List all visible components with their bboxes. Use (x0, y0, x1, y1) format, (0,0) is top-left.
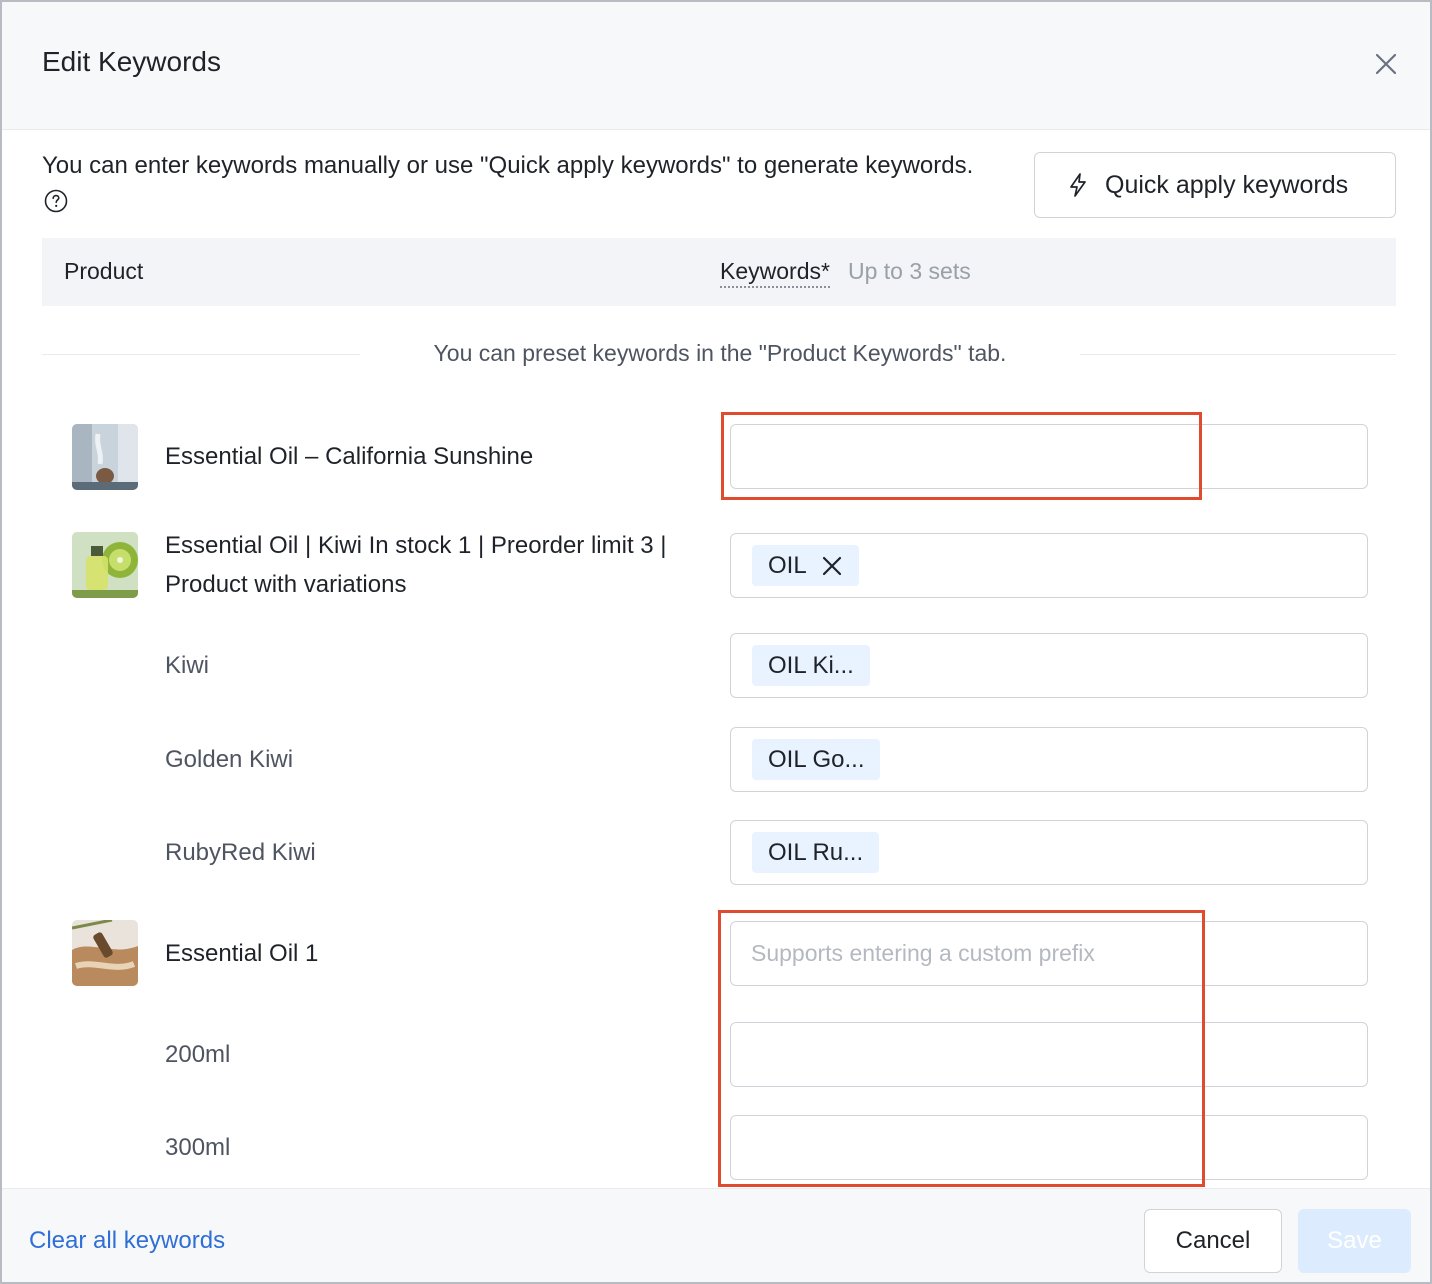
keyword-tag: OIL (752, 545, 859, 586)
keyword-tag-label: OIL Ru... (768, 838, 864, 866)
keyword-tag-label: OIL (768, 551, 807, 579)
product-name: Essential Oil | Kiwi In stock 1 | Preord… (165, 532, 667, 598)
keyword-input[interactable] (730, 424, 1368, 489)
keywords-limit-hint: Up to 3 sets (848, 258, 971, 284)
save-button[interactable]: Save (1298, 1209, 1411, 1273)
product-name: Essential Oil 1 (165, 940, 319, 967)
table-header: Product Keywords* Up to 3 sets (42, 238, 1396, 306)
keyword-input-placeholder: Supports entering a custom prefix (751, 940, 1095, 966)
lightning-icon (1070, 173, 1086, 197)
dialog-header: Edit Keywords (2, 2, 1430, 130)
keyword-input[interactable]: OIL (730, 533, 1368, 598)
cancel-button[interactable]: Cancel (1144, 1209, 1282, 1273)
product-thumbnail (72, 532, 138, 598)
keyword-input[interactable] (730, 1022, 1368, 1087)
keyword-input[interactable]: OIL Go... (730, 727, 1368, 792)
keyword-tag: OIL Go... (752, 739, 881, 780)
product-thumbnail (72, 920, 138, 986)
help-icon[interactable] (44, 189, 68, 213)
edit-keywords-dialog: Edit Keywords You can enter keywords man… (0, 0, 1432, 1284)
intro-text: You can enter keywords manually or use "… (42, 148, 992, 220)
dialog-title: Edit Keywords (42, 46, 221, 77)
column-header-keywords[interactable]: Keywords* (720, 258, 830, 288)
oil-dropper-image-icon (72, 920, 138, 986)
variant-name: RubyRed Kiwi (165, 839, 316, 866)
keyword-tag-label: OIL Go... (768, 745, 865, 773)
clear-all-keywords-link[interactable]: Clear all keywords (29, 1227, 225, 1255)
keyword-tag: OIL Ki... (752, 645, 870, 686)
remove-tag-icon[interactable] (821, 555, 843, 577)
kiwi-oil-image-icon (72, 532, 138, 598)
keyword-tag-label: OIL Ki... (768, 651, 854, 679)
quick-apply-label: Quick apply keywords (1105, 170, 1349, 199)
keyword-input[interactable]: OIL Ki... (730, 633, 1368, 698)
keyword-input[interactable]: Supports entering a custom prefix (730, 921, 1368, 986)
intro-text-content: You can enter keywords manually or use "… (42, 152, 974, 179)
product-name: Essential Oil – California Sunshine (165, 443, 534, 470)
keyword-tag: OIL Ru... (752, 832, 880, 873)
variant-name: Golden Kiwi (165, 746, 294, 773)
close-icon (1375, 53, 1397, 75)
keyword-input[interactable]: OIL Ru... (730, 820, 1368, 885)
diffuser-image-icon (72, 424, 138, 490)
product-thumbnail (72, 424, 138, 490)
dialog-footer: Clear all keywords Cancel Save (2, 1188, 1430, 1282)
preset-keywords-notice: You can preset keywords in the "Product … (433, 340, 1007, 366)
divider-line-left (42, 354, 360, 355)
divider-line-right (1080, 354, 1396, 355)
close-button[interactable] (1368, 46, 1404, 82)
column-header-product: Product (64, 258, 144, 284)
variant-name: Kiwi (165, 652, 210, 679)
variant-name: 300ml (165, 1134, 231, 1161)
keyword-input[interactable] (730, 1115, 1368, 1180)
quick-apply-keywords-button[interactable]: Quick apply keywords (1034, 152, 1396, 218)
variant-name: 200ml (165, 1041, 231, 1068)
